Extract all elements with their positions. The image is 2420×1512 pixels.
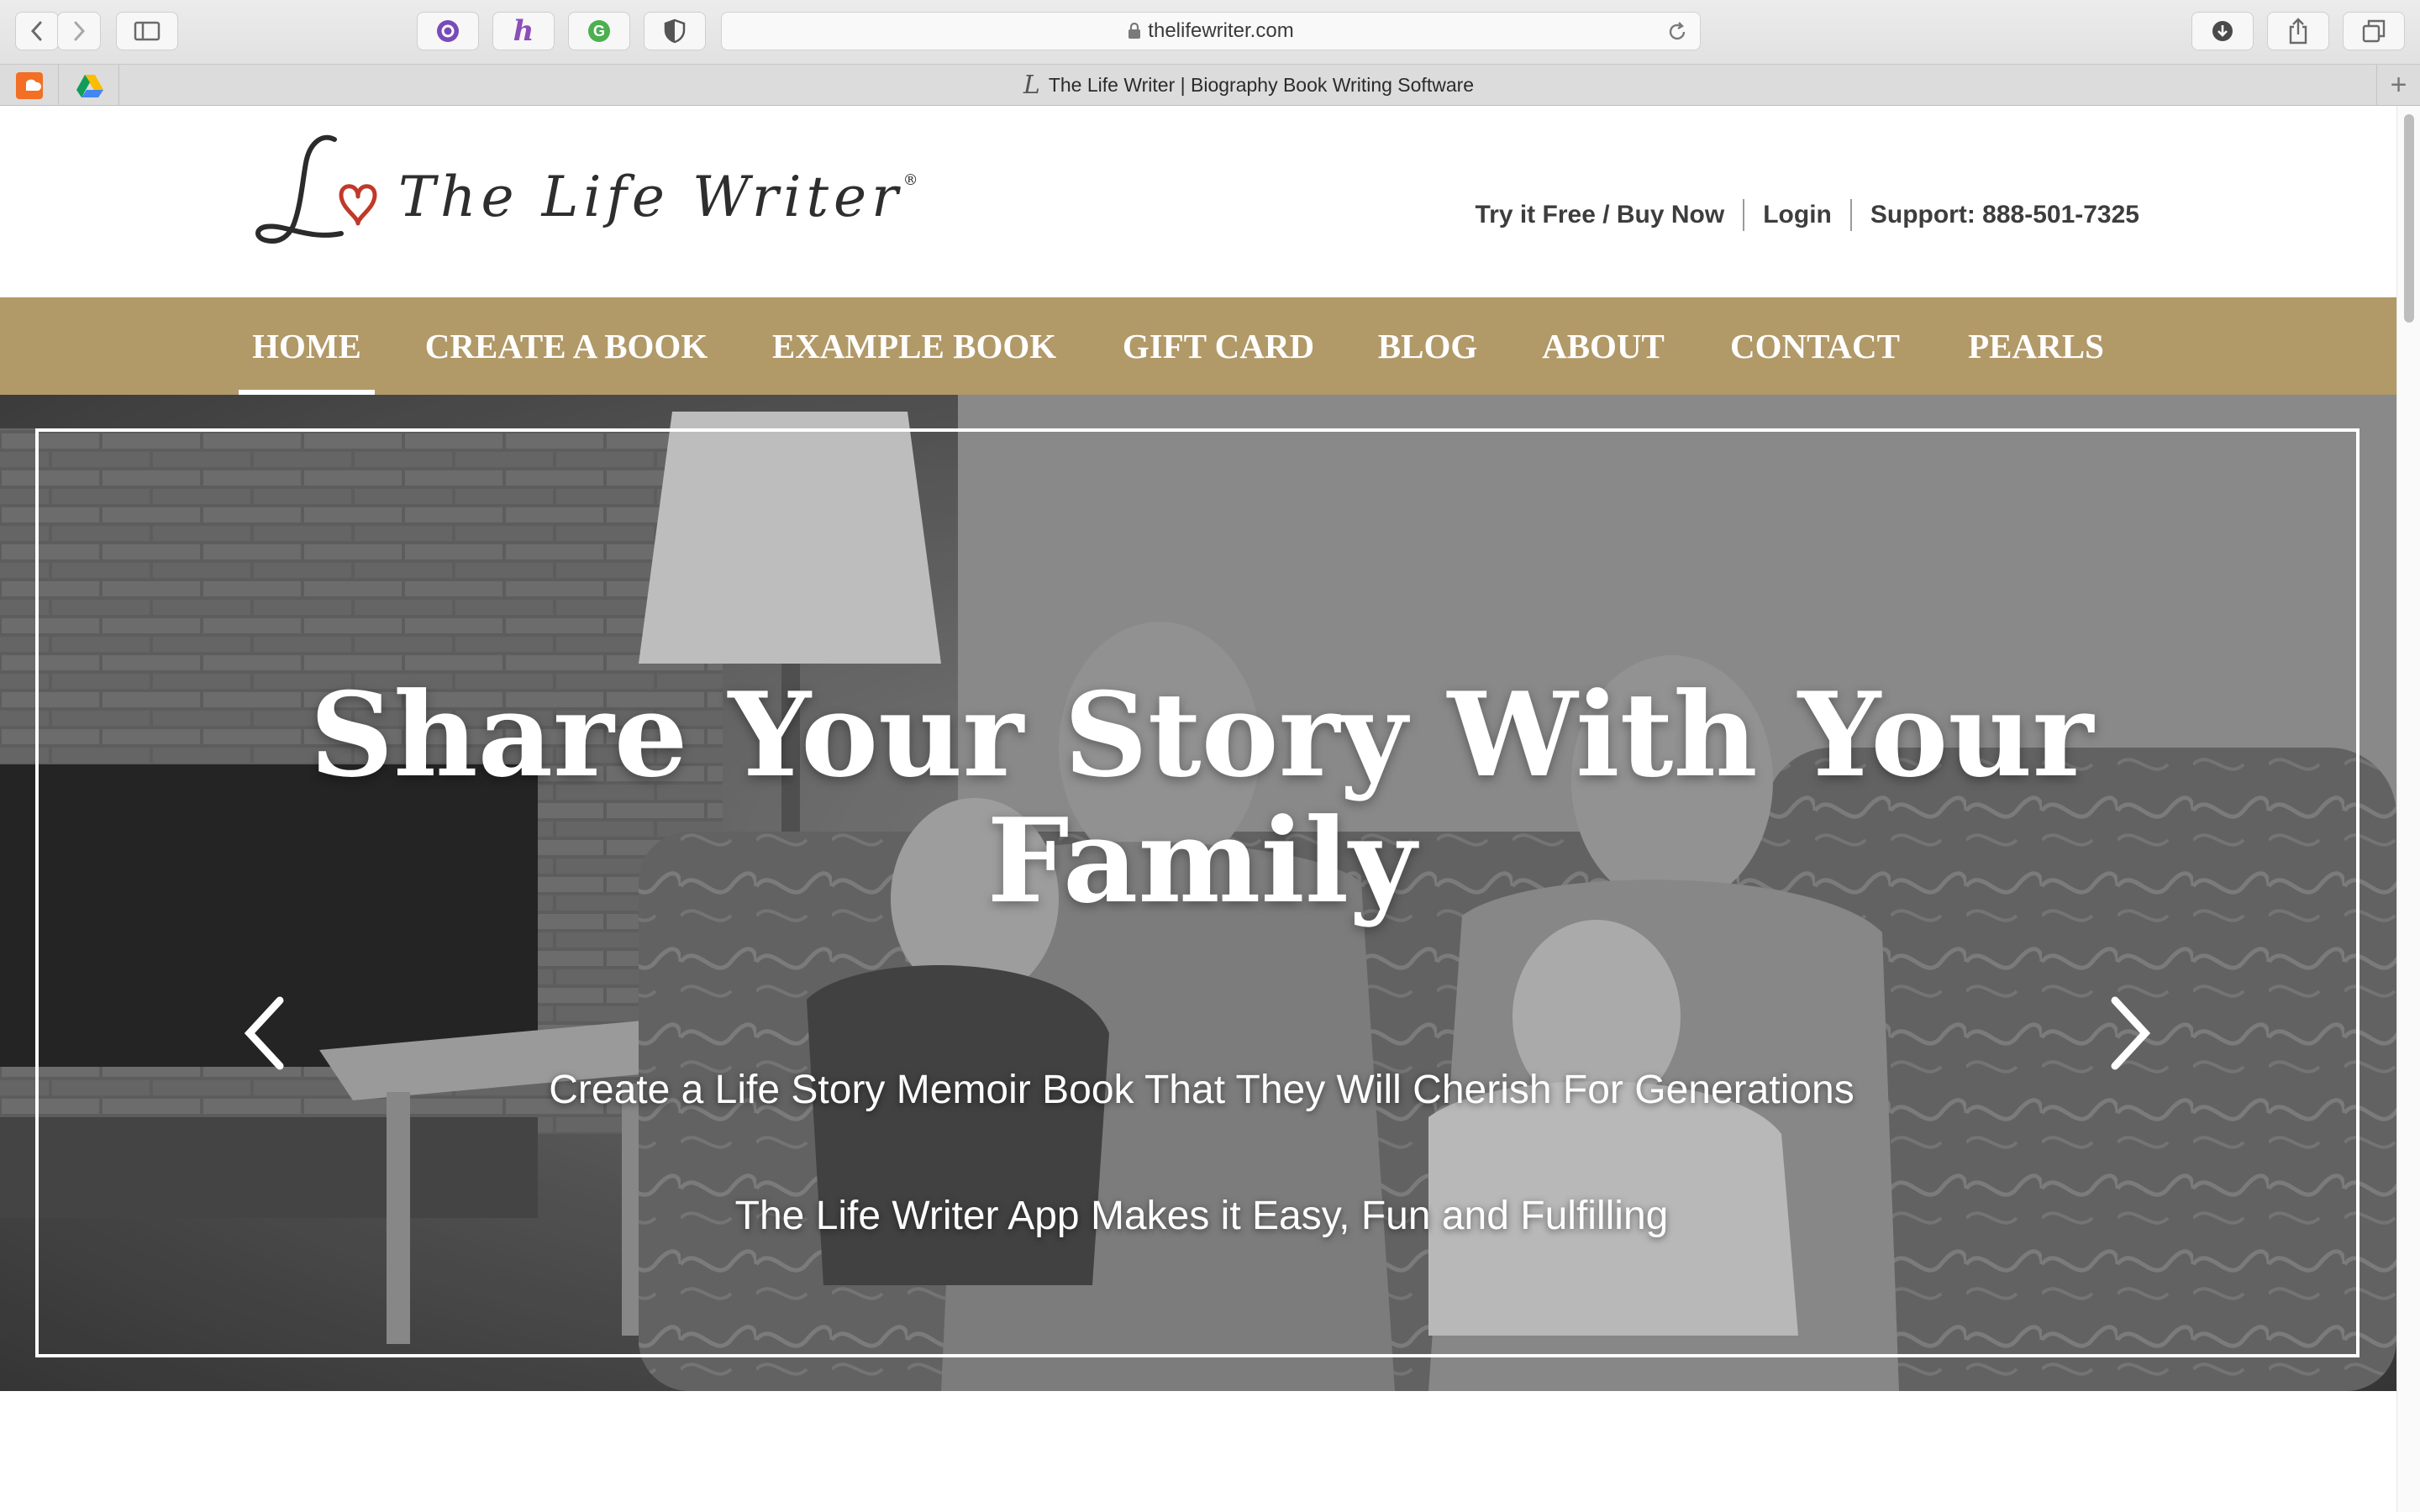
- tab-bar: L The Life Writer | Biography Book Writi…: [0, 64, 2420, 106]
- chevron-left-icon: [244, 996, 284, 1070]
- soundcloud-icon: [15, 71, 43, 99]
- tabs-icon: [2362, 19, 2386, 43]
- nav-contact[interactable]: CONTACT: [1726, 297, 1904, 395]
- divider: [1849, 199, 1852, 231]
- nav-about[interactable]: ABOUT: [1534, 297, 1672, 395]
- pinned-tab-soundcloud[interactable]: [0, 65, 59, 106]
- logo-wordmark: The Life Writer®: [398, 165, 918, 229]
- webpage: The Life Writer® Try it Free / Buy Now L…: [0, 106, 2396, 1512]
- nav-create-a-book[interactable]: CREATE A BOOK: [424, 297, 709, 395]
- chevron-right-icon: [2111, 996, 2151, 1070]
- sidebar-button[interactable]: [116, 12, 178, 50]
- nav-blog[interactable]: BLOG: [1373, 297, 1482, 395]
- nav-home[interactable]: HOME: [239, 297, 375, 395]
- download-icon: [2212, 21, 2233, 41]
- back-button[interactable]: [15, 12, 59, 50]
- extension-grammarly-button[interactable]: G: [568, 12, 630, 50]
- logo-l-heart-icon: [255, 134, 377, 244]
- slider-prev-button[interactable]: [235, 991, 294, 1075]
- extension-h-button[interactable]: h: [492, 12, 555, 50]
- nav-gift-card[interactable]: GIFT CARD: [1118, 297, 1319, 395]
- page-scrollbar[interactable]: [2396, 106, 2420, 1512]
- extension-shield-button[interactable]: [644, 12, 706, 50]
- share-icon: [2289, 18, 2307, 45]
- chevron-right-icon: [74, 21, 86, 41]
- reload-icon[interactable]: [1666, 21, 1688, 43]
- extension-purple-button[interactable]: [417, 12, 479, 50]
- grammarly-icon: G: [588, 20, 610, 42]
- support-phone-link[interactable]: Support: 888-501-7325: [1870, 201, 2139, 229]
- main-nav: HOME CREATE A BOOK EXAMPLE BOOK GIFT CAR…: [0, 297, 2396, 395]
- sidebar-icon: [134, 21, 160, 41]
- tabs-overview-button[interactable]: [2343, 12, 2405, 50]
- active-tab[interactable]: L The Life Writer | Biography Book Writi…: [121, 65, 2376, 106]
- top-links: Try it Free / Buy Now Login Support: 888…: [1475, 198, 2139, 232]
- hero-subtitle: Create a Life Story Memoir Book That The…: [549, 1068, 1854, 1112]
- share-button[interactable]: [2267, 12, 2329, 50]
- hero-title: Share Your Story With Your Family: [309, 666, 2094, 929]
- scrollbar-thumb[interactable]: [2404, 114, 2414, 323]
- svg-text:G: G: [593, 23, 605, 39]
- hero-tagline: The Life Writer App Makes it Easy, Fun a…: [734, 1194, 1669, 1238]
- registered-mark: ®: [902, 171, 918, 189]
- shield-icon: [664, 18, 686, 44]
- purple-extension-icon: [437, 20, 459, 42]
- chevron-left-icon: [30, 21, 42, 41]
- nav-example-book[interactable]: EXAMPLE BOOK: [771, 297, 1057, 395]
- downloads-button[interactable]: [2191, 12, 2254, 50]
- google-drive-icon: [76, 74, 103, 97]
- site-favicon: L: [1023, 71, 1040, 100]
- lock-icon: [1128, 23, 1141, 39]
- tab-title: The Life Writer | Biography Book Writing…: [1048, 74, 1475, 96]
- address-bar[interactable]: thelifewriter.com: [721, 12, 1701, 50]
- login-link[interactable]: Login: [1763, 201, 1832, 229]
- url-text: thelifewriter.com: [1148, 19, 1294, 42]
- site-logo[interactable]: The Life Writer®: [240, 129, 918, 247]
- slider-next-button[interactable]: [2101, 991, 2160, 1075]
- h-extension-icon: h: [513, 14, 534, 48]
- new-tab-button[interactable]: +: [2376, 65, 2420, 106]
- divider: [1743, 199, 1745, 231]
- pinned-tab-drive[interactable]: [60, 65, 119, 106]
- browser-toolbar: h G thelifewriter.com: [0, 0, 2420, 64]
- logo-text: The Life Writer: [398, 165, 903, 229]
- hero-slider: Share Your Story With Your Family Create…: [0, 395, 2396, 1391]
- nav-pearls[interactable]: PEARLS: [1960, 297, 2112, 395]
- try-buy-link[interactable]: Try it Free / Buy Now: [1475, 201, 1724, 229]
- forward-button[interactable]: [57, 12, 101, 50]
